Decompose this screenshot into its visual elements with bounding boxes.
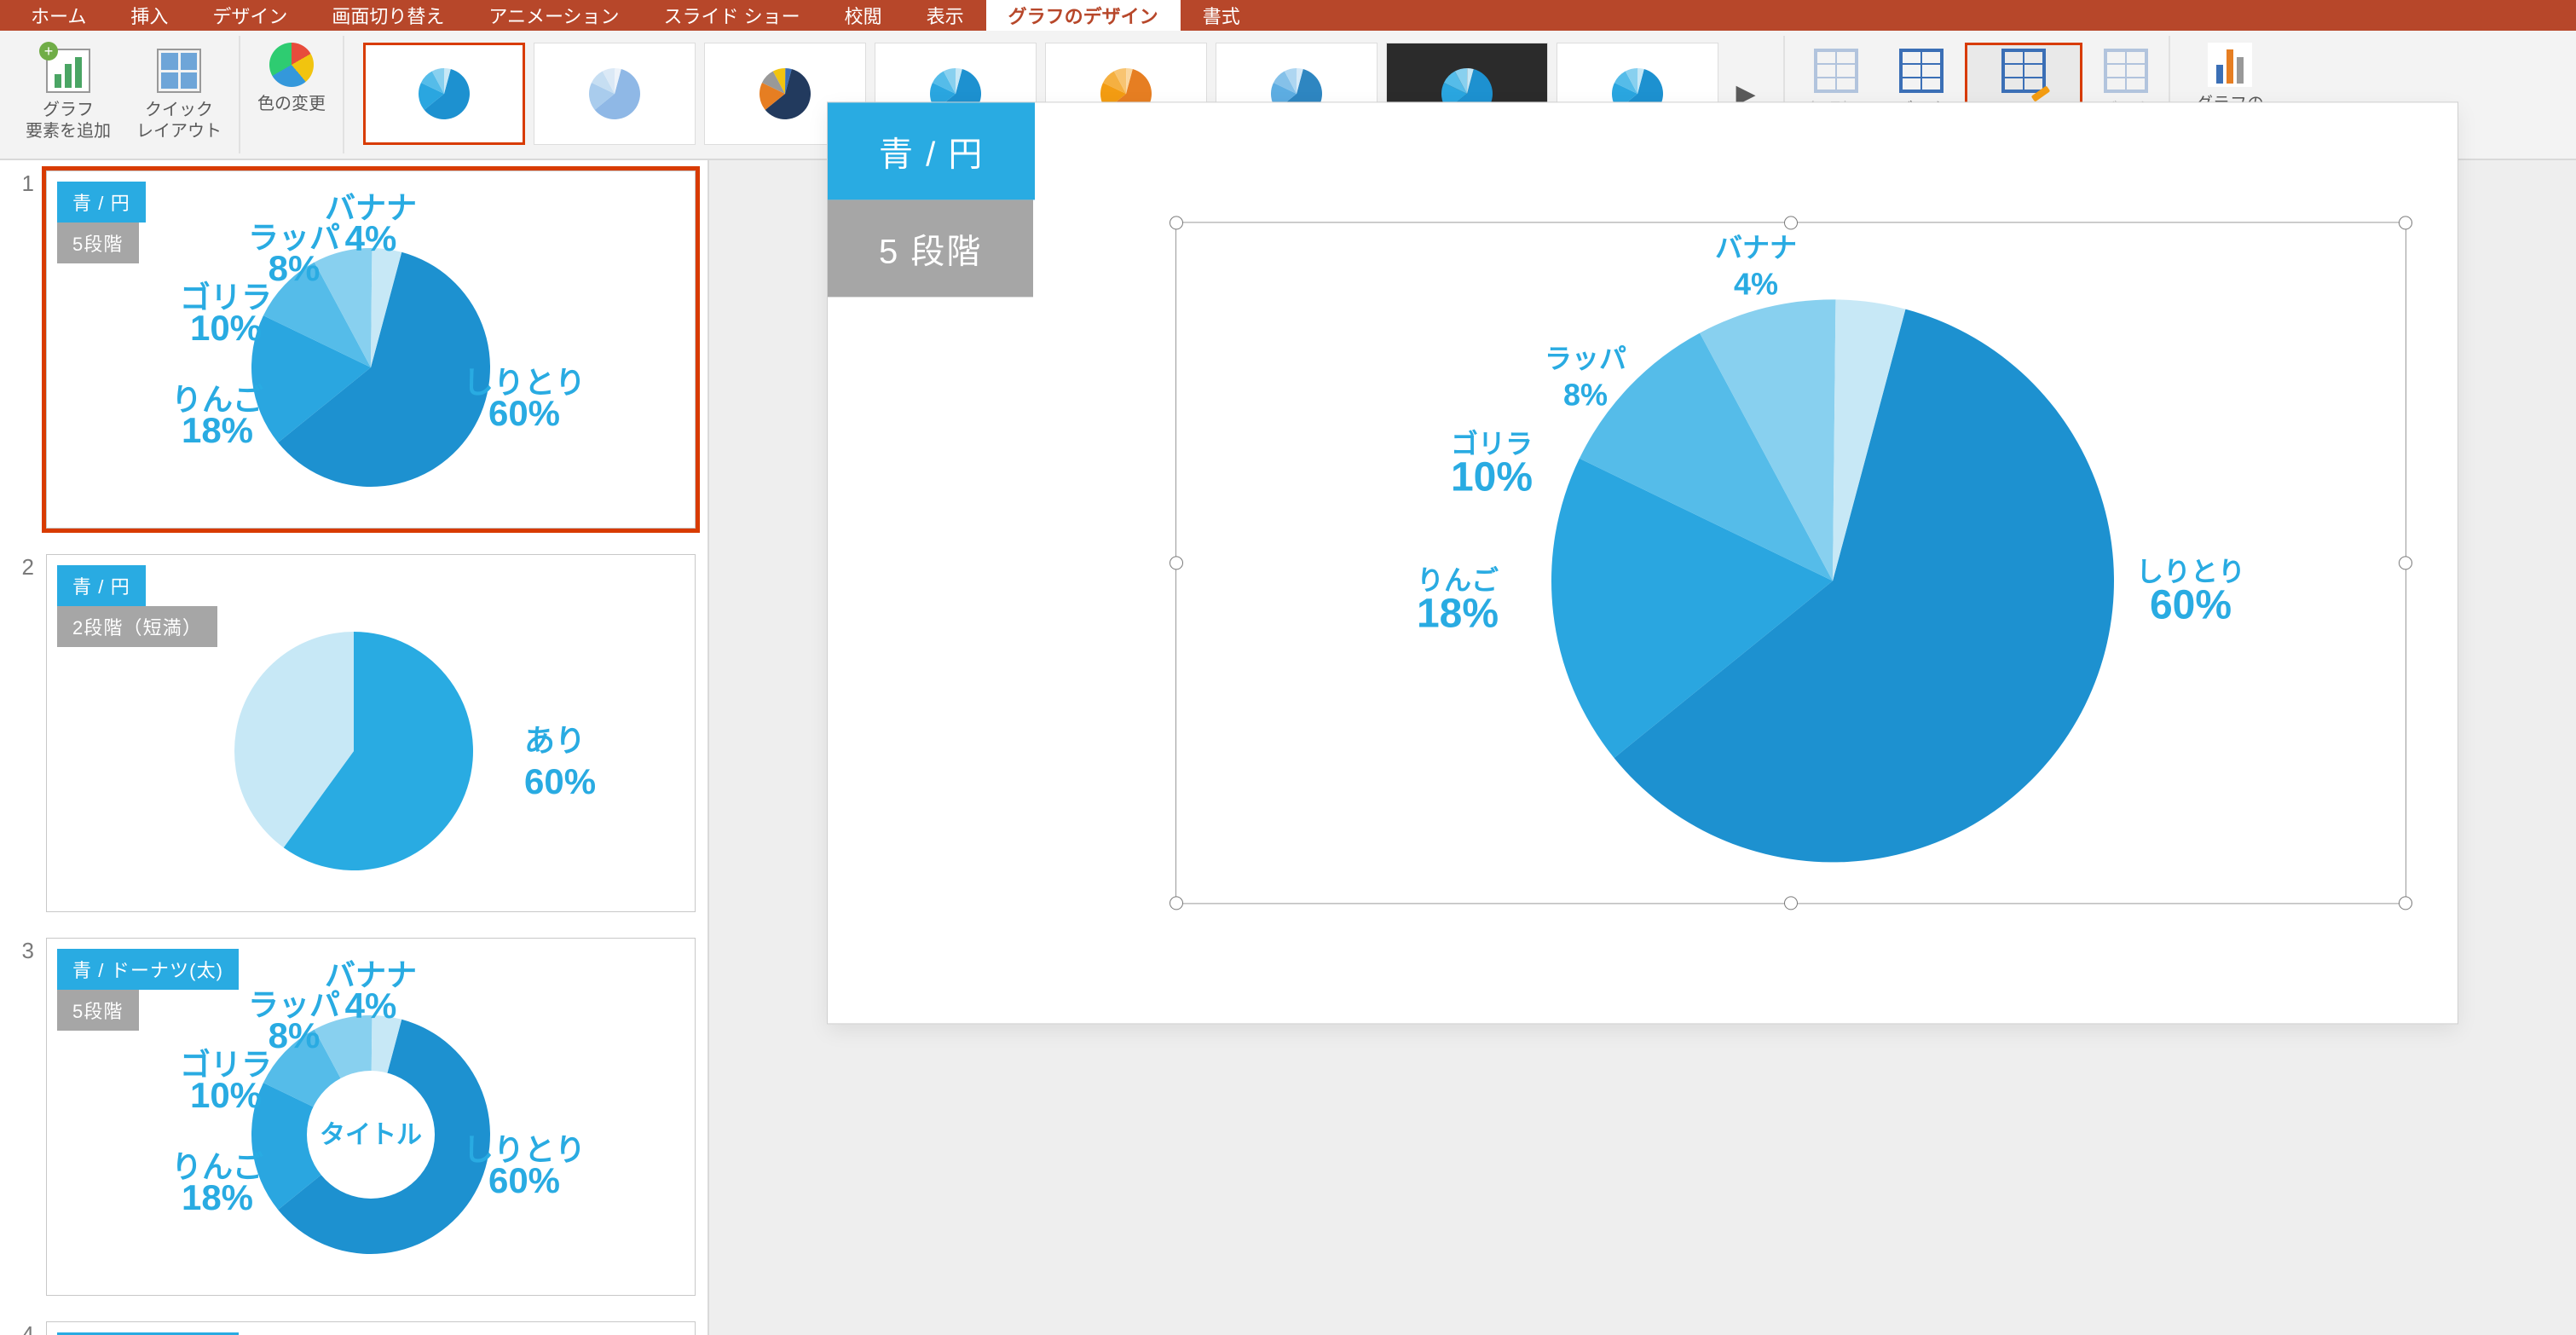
canvas-subtitle-badge: 5 段階 [828, 199, 1033, 297]
resize-handle-se[interactable] [2399, 896, 2412, 910]
label-ringo-value: 18% [1417, 591, 1499, 636]
workspace: 1青 / 円5段階しりとり60%りんご18%ゴリラ10%ラッパ8%バナナ4%2青… [0, 160, 2576, 1335]
slide-number: 3 [12, 938, 46, 964]
refresh-data-icon [2102, 47, 2150, 95]
chart-style-2[interactable] [534, 43, 696, 145]
slide-thumbnail-3[interactable]: 青 / ドーナツ(太)5段階タイトルしりとり60%りんご18%ゴリラ10%ラッパ… [46, 938, 696, 1296]
svg-text:60%: 60% [488, 393, 560, 433]
resize-handle-ne[interactable] [2399, 216, 2412, 229]
add-chart-element-button[interactable]: + グラフ 要素を追加 [20, 45, 116, 144]
slide-thumbnail-row-3[interactable]: 3青 / ドーナツ(太)5段階タイトルしりとり60%りんご18%ゴリラ10%ラッ… [0, 933, 708, 1316]
slide-canvas[interactable]: 青 / 円 5 段階 しりとり60%りんご18%ゴリラ10%ラッパ8%バナナ4% [828, 102, 2458, 1023]
thumb-title-badge: 青 / 円 [57, 565, 146, 606]
svg-text:10%: 10% [190, 308, 262, 348]
tab-7[interactable]: 表示 [904, 0, 986, 31]
tab-5[interactable]: スライド ショー [642, 0, 823, 31]
resize-handle-w[interactable] [1170, 556, 1183, 569]
tab-4[interactable]: アニメーション [466, 0, 641, 31]
tab-6[interactable]: 校閲 [823, 0, 904, 31]
canvas-title-badge: 青 / 円 [828, 102, 1035, 199]
ribbon-tabs: ホーム挿入デザイン画面切り替えアニメーションスライド ショー校閲表示グラフのデザ… [0, 0, 2576, 31]
label-gorira-value: 10% [1451, 454, 1533, 500]
slide-thumbnail-row-2[interactable]: 2 青 / 円2段階（短満） あり60% [0, 549, 708, 933]
slide-number: 1 [12, 170, 46, 197]
tab-2[interactable]: デザイン [190, 0, 309, 31]
tab-8[interactable]: グラフのデザイン [986, 0, 1181, 31]
slide-thumbnail-row-4[interactable]: 4青 / ドーナツ(細) [0, 1316, 708, 1335]
thumb-subtitle-badge: 2段階（短満） [57, 606, 217, 647]
thumb-title-badge: 青 / 円 [57, 182, 146, 222]
slide-thumbnails-pane[interactable]: 1青 / 円5段階しりとり60%りんご18%ゴリラ10%ラッパ8%バナナ4%2青… [0, 160, 709, 1335]
svg-text:18%: 18% [182, 410, 253, 450]
svg-text:4%: 4% [345, 218, 397, 258]
edit-in-excel-icon [2000, 47, 2048, 95]
canvas-title-badges: 青 / 円 5 段階 [828, 102, 1035, 297]
resize-handle-e[interactable] [2399, 556, 2412, 569]
slide-thumbnail-1[interactable]: 青 / 円5段階しりとり60%りんご18%ゴリラ10%ラッパ8%バナナ4% [46, 170, 696, 529]
tab-0[interactable]: ホーム [9, 0, 108, 31]
switch-row-col-icon [1812, 47, 1860, 95]
svg-text:18%: 18% [182, 1177, 253, 1217]
resize-handle-nw[interactable] [1170, 216, 1183, 229]
chart-style-1[interactable] [363, 43, 525, 145]
slide-thumbnail-4[interactable]: 青 / ドーナツ(細) [46, 1321, 696, 1335]
thumb-badges: 青 / 円2段階（短満） [57, 565, 217, 647]
svg-text:あり: あり [524, 723, 586, 758]
thumb-title-badge: 青 / ドーナツ(太) [57, 949, 239, 990]
change-chart-type-icon [2206, 41, 2254, 89]
donut-center-text: タイトル [320, 1121, 422, 1149]
chart-plus-icon: + [44, 47, 92, 95]
slide-thumbnail-2[interactable]: 青 / 円2段階（短満） あり60% [46, 554, 696, 912]
label-rappa-value: 8% [1563, 377, 1608, 412]
thumb-subtitle-badge: 5段階 [57, 990, 139, 1031]
svg-text:60%: 60% [524, 761, 596, 801]
quick-layout-button[interactable]: クイック レイアウト [131, 45, 227, 144]
chart-selection-box[interactable]: しりとり60%りんご18%ゴリラ10%ラッパ8%バナナ4% [1175, 222, 2406, 904]
pie-chart[interactable]: しりとり60%りんご18%ゴリラ10%ラッパ8%バナナ4% [1176, 222, 2407, 904]
label-rappa-name: ラッパ [1545, 343, 1626, 373]
tab-1[interactable]: 挿入 [108, 0, 190, 31]
label-banana-name: バナナ [1715, 232, 1797, 263]
thumb-subtitle-badge: 5段階 [57, 222, 139, 263]
resize-handle-n[interactable] [1784, 216, 1798, 229]
slide-thumbnail-row-1[interactable]: 1青 / 円5段階しりとり60%りんご18%ゴリラ10%ラッパ8%バナナ4% [0, 165, 708, 549]
svg-text:8%: 8% [269, 248, 321, 288]
svg-text:10%: 10% [190, 1075, 262, 1115]
slide-number: 4 [12, 1321, 46, 1335]
svg-text:4%: 4% [345, 985, 397, 1026]
resize-handle-sw[interactable] [1170, 896, 1183, 910]
quick-layout-icon [155, 47, 203, 95]
thumb-badges: 青 / ドーナツ(太)5段階 [57, 949, 239, 1031]
label-banana-value: 4% [1734, 266, 1778, 301]
slide-canvas-area[interactable]: 青 / 円 5 段階 しりとり60%りんご18%ゴリラ10%ラッパ8%バナナ4% [709, 160, 2576, 1335]
svg-text:60%: 60% [488, 1160, 560, 1200]
tab-9[interactable]: 書式 [1181, 0, 1262, 31]
svg-text:8%: 8% [269, 1015, 321, 1055]
ribbon-group-colors: 色の変更 [240, 36, 344, 153]
slide-number: 2 [12, 554, 46, 581]
ribbon-group-layout: + グラフ 要素を追加 クイック レイアウト [9, 36, 240, 153]
resize-handle-s[interactable] [1784, 896, 1798, 910]
label-shiritori-value: 60% [2150, 582, 2232, 627]
thumb-badges: 青 / 円5段階 [57, 182, 146, 263]
palette-icon [268, 41, 315, 89]
change-colors-button[interactable]: 色の変更 [252, 39, 331, 117]
select-data-icon [1897, 47, 1945, 95]
tab-3[interactable]: 画面切り替え [309, 0, 466, 31]
